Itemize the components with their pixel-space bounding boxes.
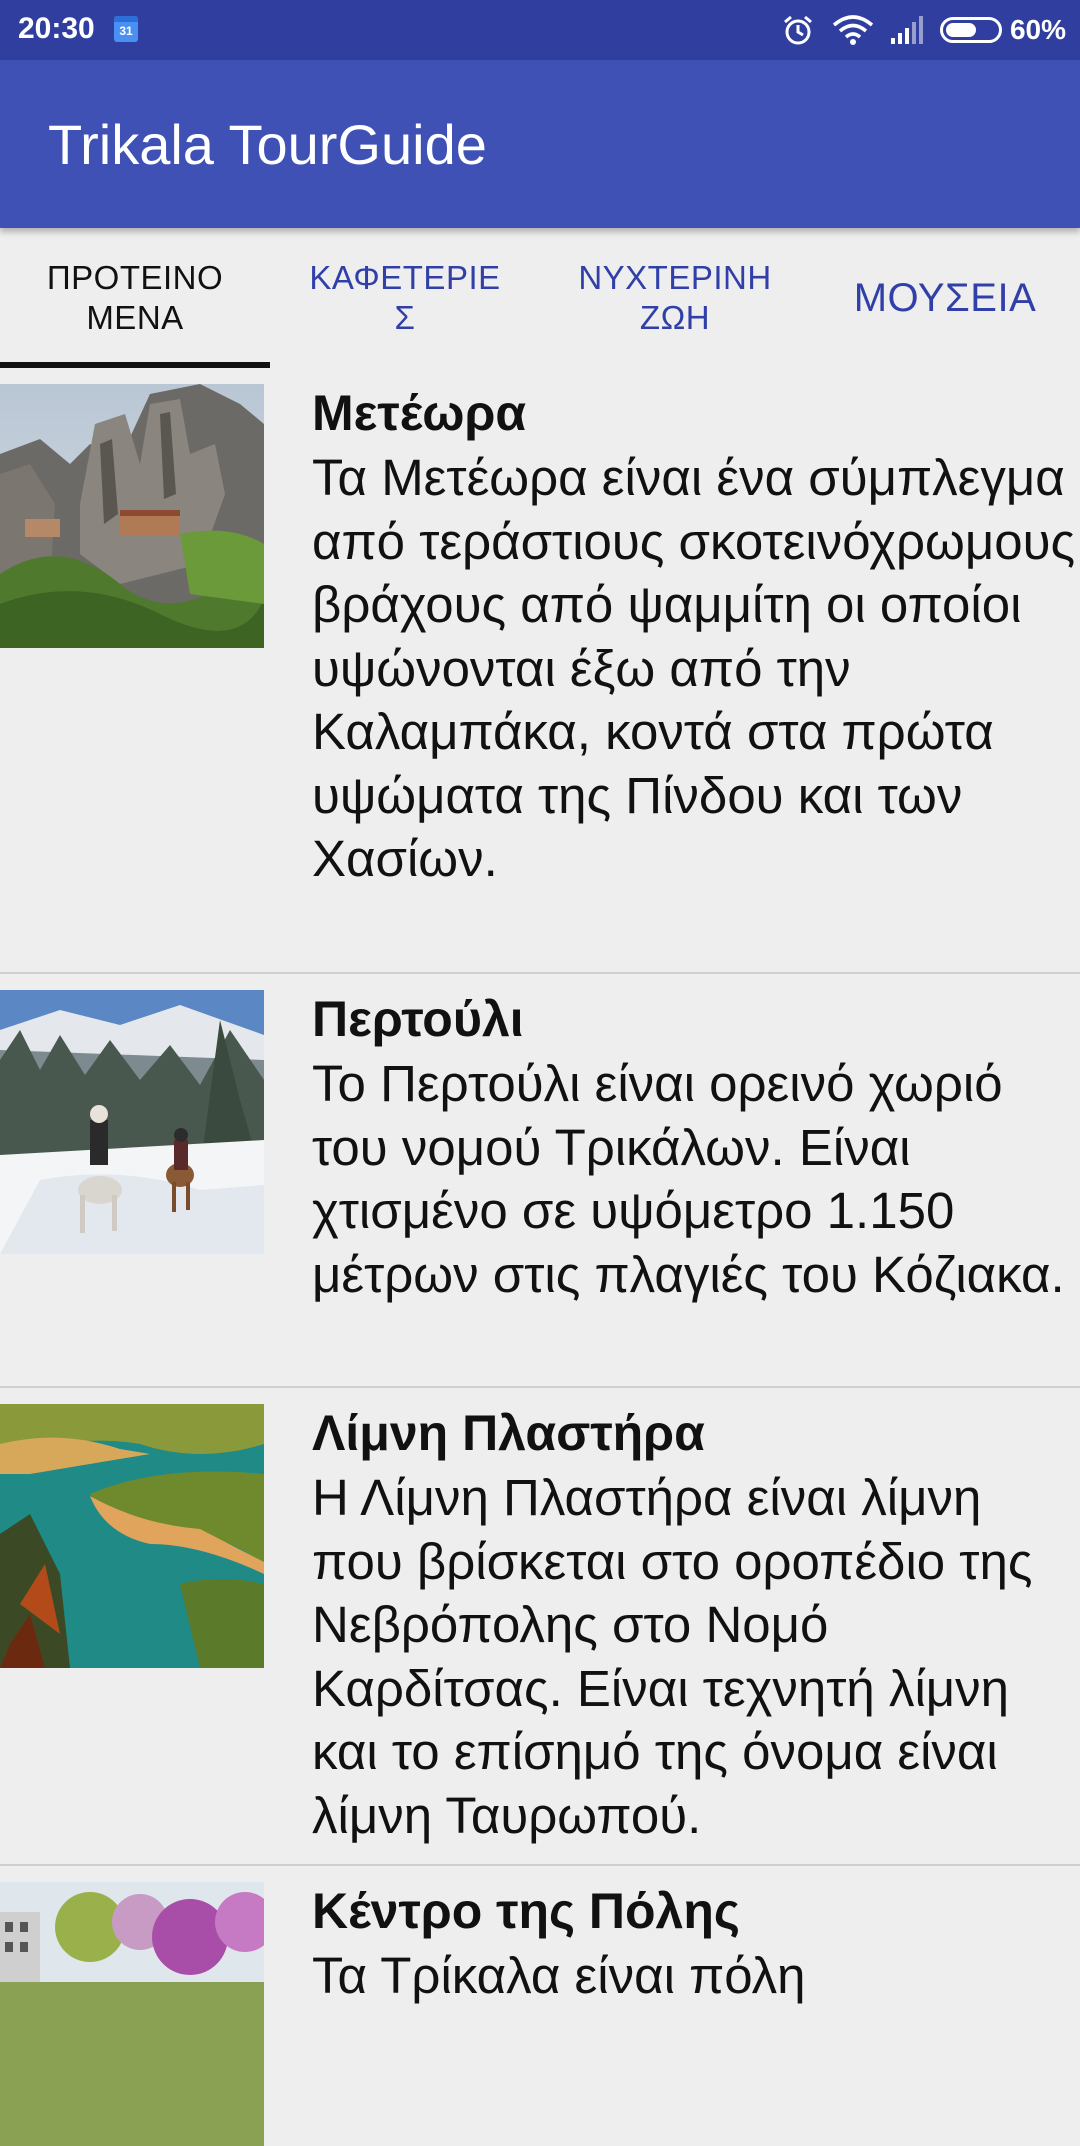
tab-recommended[interactable]: ΠΡΟΤΕΙΝΟ ΜΕΝΑ [0, 228, 270, 368]
tab-bar: ΠΡΟΤΕΙΝΟ ΜΕΝΑ ΚΑΦΕΤΕΡΙΕ Σ ΝΥΧΤΕΡΙΝΗ ΖΩΗ … [0, 228, 1080, 368]
pertouli-photo [0, 990, 264, 1254]
tab-nightlife[interactable]: ΝΥΧΤΕΡΙΝΗ ΖΩΗ [540, 228, 810, 368]
alarm-icon [783, 15, 812, 45]
meteora-photo [0, 384, 264, 648]
list-item[interactable]: Λίμνη Πλαστήρα Η Λίμνη Πλαστήρα είναι λί… [0, 1402, 1080, 1866]
signal-icon [890, 16, 923, 44]
tab-label: ΝΥΧΤΕΡΙΝΗ ΖΩΗ [578, 259, 772, 336]
tab-label: ΜΟΥΣΕΙΑ [853, 276, 1037, 320]
list-item[interactable]: Κέντρο της Πόλης Τα Τρίκαλα είναι πόλη [0, 1880, 1080, 2146]
places-list: Μετέωρα Τα Μετέωρα είναι ένα σύμπλεγμα α… [0, 368, 1080, 2146]
wifi-icon [832, 15, 874, 45]
battery-percent: 60% [1009, 14, 1066, 45]
item-description: Τα Μετέωρα είναι ένα σύμπλεγμα από τεράσ… [312, 449, 1076, 887]
app-title: Trikala TourGuide [48, 113, 487, 176]
battery-icon [939, 17, 1002, 43]
item-title: Λίμνη Πλαστήρα [312, 1405, 705, 1461]
lake-plastira-photo [0, 1404, 264, 1668]
list-item[interactable]: Περτούλι Το Περτούλι είναι ορεινό χωριό … [0, 988, 1080, 1388]
status-bar: 20:30 31 60% [0, 0, 1080, 60]
calendar-icon: 31 [114, 16, 138, 42]
list-item[interactable]: Μετέωρα Τα Μετέωρα είναι ένα σύμπλεγμα α… [0, 382, 1080, 974]
item-title: Περτούλι [312, 991, 524, 1047]
tab-cafes[interactable]: ΚΑΦΕΤΕΡΙΕ Σ [270, 228, 540, 368]
tab-museums[interactable]: ΜΟΥΣΕΙΑ [810, 228, 1080, 368]
tab-label: ΚΑΦΕΤΕΡΙΕ Σ [309, 259, 501, 336]
item-title: Κέντρο της Πόλης [312, 1883, 740, 1939]
item-description: Η Λίμνη Πλαστήρα είναι λίμνη που βρίσκετ… [312, 1469, 1033, 1844]
app-bar: Trikala TourGuide [0, 60, 1080, 228]
item-description: Το Περτούλι είναι ορεινό χωριό του νομού… [312, 1055, 1065, 1303]
item-title: Μετέωρα [312, 385, 527, 441]
city-center-photo [0, 1882, 264, 2146]
tab-label: ΠΡΟΤΕΙΝΟ ΜΕΝΑ [46, 259, 224, 336]
status-time: 20:30 [18, 12, 95, 45]
status-icons: 60% [782, 10, 1066, 50]
item-description: Τα Τρίκαλα είναι πόλη [312, 1947, 806, 2004]
